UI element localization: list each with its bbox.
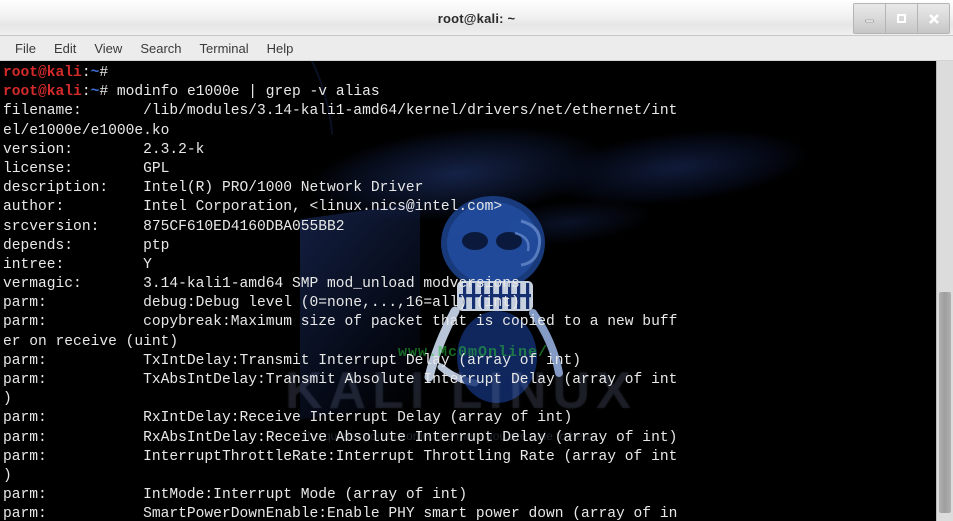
- menu-item-help[interactable]: Help: [258, 39, 303, 58]
- terminal-output-line: depends: ptp: [3, 237, 170, 254]
- minimize-button[interactable]: [854, 4, 886, 33]
- menu-item-view[interactable]: View: [85, 39, 131, 58]
- terminal-output-line: parm: InterruptThrottleRate:Interrupt Th…: [3, 448, 678, 465]
- prompt-colon: :: [81, 65, 91, 81]
- terminal-output[interactable]: root@kali:~# root@kali:~# modinfo e1000e …: [0, 61, 936, 521]
- window-title: root@kali: ~: [437, 10, 516, 26]
- prompt-colon: :: [81, 84, 91, 101]
- terminal-output-line: vermagic: 3.14-kali1-amd64 SMP mod_unloa…: [3, 276, 520, 293]
- window-controls: [853, 3, 950, 34]
- terminal-output-line: version: 2.3.2-k: [3, 141, 205, 158]
- minimize-icon: [865, 19, 874, 23]
- terminal-prompt-line: root@kali:~#: [3, 64, 936, 83]
- prompt-user: root@kali: [3, 65, 82, 81]
- terminal-output-line: parm: RxAbsIntDelay:Receive Absolute Int…: [3, 429, 678, 446]
- menu-bar: File Edit View Search Terminal Help: [0, 36, 953, 61]
- terminal-scrollbar[interactable]: [936, 61, 953, 521]
- terminal-output-wrap: er on receive (uint): [3, 333, 179, 350]
- terminal-command: modinfo e1000e | grep -v alias: [108, 84, 380, 101]
- terminal-window: root@kali: ~ File Edit View Search Termi…: [0, 0, 953, 521]
- terminal-output-line: intree: Y: [3, 256, 152, 273]
- maximize-button[interactable]: [886, 4, 918, 33]
- terminal-output-line: filename: /lib/modules/3.14-kali1-amd64/…: [3, 103, 678, 120]
- menu-item-edit[interactable]: Edit: [45, 39, 85, 58]
- terminal-output-line: parm: TxAbsIntDelay:Transmit Absolute In…: [3, 372, 678, 388]
- maximize-icon: [897, 14, 906, 23]
- terminal-output-line: license: GPL: [3, 160, 170, 177]
- terminal-output-line: parm: SmartPowerDownEnable:Enable PHY sm…: [3, 506, 678, 521]
- terminal-output-wrap: el/e1000e/e1000e.ko: [3, 122, 170, 139]
- prompt-sigil: #: [99, 84, 109, 101]
- menu-item-file[interactable]: File: [6, 39, 45, 58]
- terminal-output-line: parm: copybreak:Maximum size of packet t…: [3, 314, 678, 331]
- terminal-output-line: parm: RxIntDelay:Receive Interrupt Delay…: [3, 410, 573, 427]
- prompt-user: root@kali: [3, 84, 82, 101]
- close-icon: [928, 13, 939, 24]
- terminal-output-wrap: ): [3, 467, 12, 484]
- terminal-output-wrap: ): [3, 391, 12, 408]
- menu-item-search[interactable]: Search: [131, 39, 190, 58]
- terminal-output-line: parm: IntMode:Interrupt Mode (array of i…: [3, 487, 468, 504]
- terminal-command-line: root@kali:~# modinfo e1000e | grep -v al…: [3, 83, 936, 102]
- terminal-output-line: parm: TxIntDelay:Transmit Interrupt Dela…: [3, 352, 582, 369]
- terminal-output-line: parm: debug:Debug level (0=none,...,16=a…: [3, 295, 520, 312]
- prompt-sigil: #: [99, 65, 109, 81]
- terminal-output-line: author: Intel Corporation, <linux.nics@i…: [3, 199, 503, 216]
- terminal-area: KALI LINUX The quieter you become, the m…: [0, 61, 953, 521]
- terminal-screen[interactable]: KALI LINUX The quieter you become, the m…: [0, 61, 936, 521]
- terminal-output-line: srcversion: 875CF610ED4160DBA055BB2: [3, 218, 345, 235]
- menu-item-terminal[interactable]: Terminal: [191, 39, 258, 58]
- terminal-output-line: description: Intel(R) PRO/1000 Network D…: [3, 180, 424, 197]
- title-bar: root@kali: ~: [0, 0, 953, 36]
- close-button[interactable]: [918, 4, 949, 33]
- scrollbar-thumb[interactable]: [939, 291, 951, 513]
